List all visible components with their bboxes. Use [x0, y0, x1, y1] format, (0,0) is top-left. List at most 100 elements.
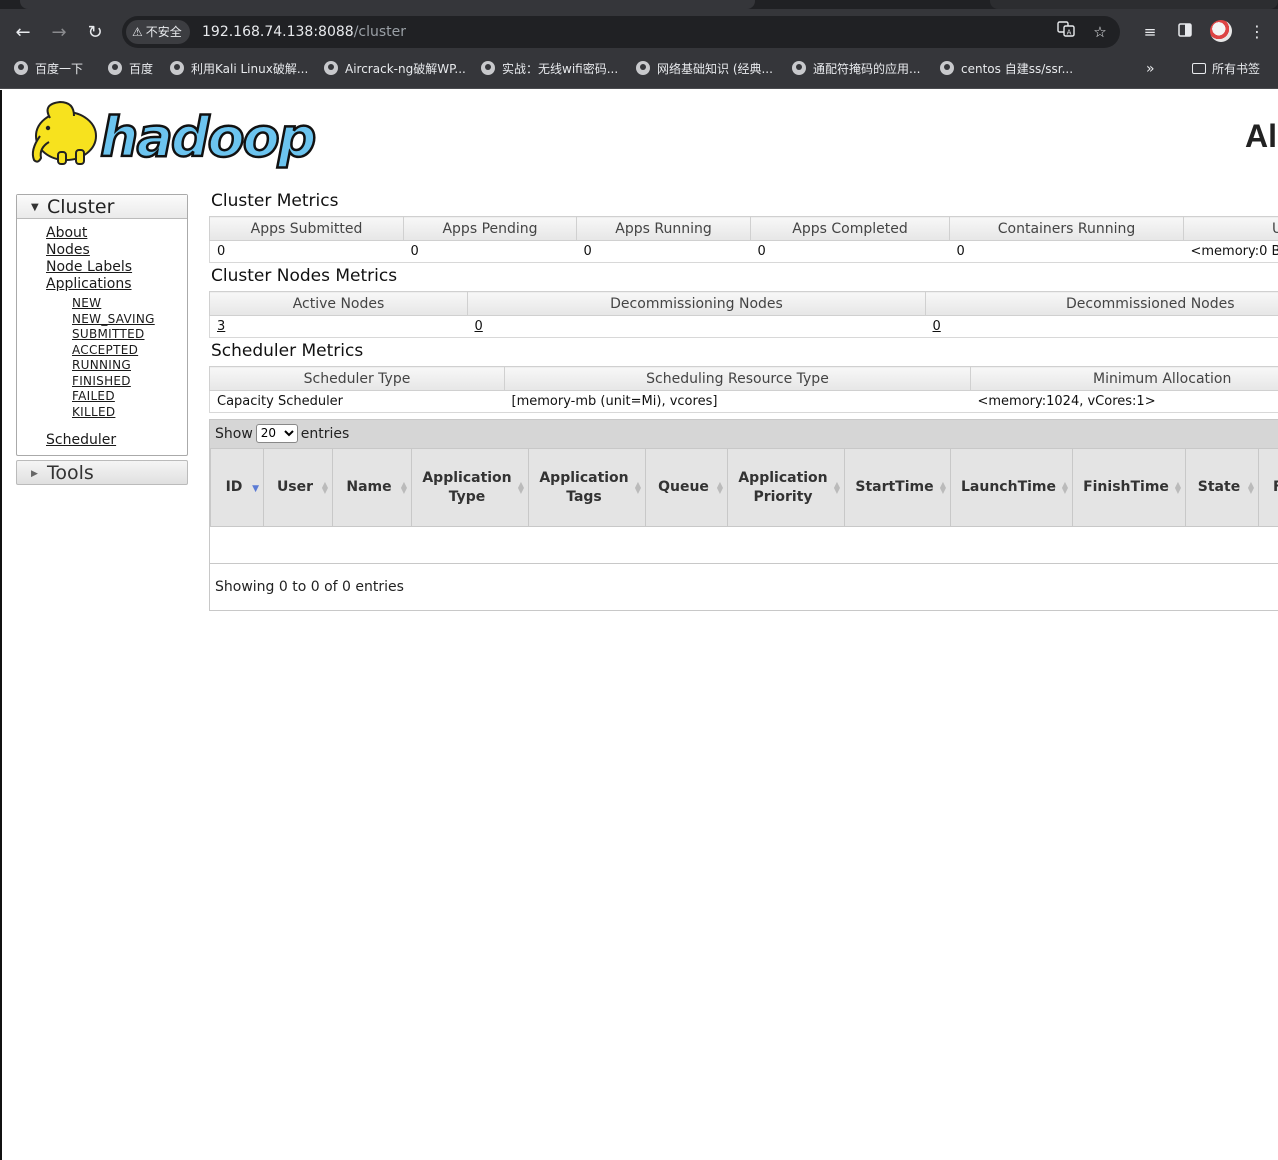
- bookmark-item[interactable]: 百度: [108, 55, 153, 89]
- column-header-final-status[interactable]: F: [1258, 448, 1278, 527]
- column-header-app-priority[interactable]: Application Priority ▲ ▼: [727, 448, 845, 527]
- bookmark-item[interactable]: 网络基础知识 (经典...: [636, 55, 773, 89]
- active-tab[interactable]: [20, 0, 755, 9]
- sort-icon: ▲ ▼: [321, 480, 328, 495]
- nav-link-about[interactable]: About: [46, 225, 187, 242]
- hadoop-logo[interactable]: hadoop: [20, 98, 320, 170]
- column-header-app-tags[interactable]: Application Tags ▲ ▼: [528, 448, 646, 527]
- show-label: Show: [215, 426, 253, 442]
- back-icon[interactable]: ←: [11, 21, 35, 45]
- column-header: Decommissioning Nodes: [467, 291, 926, 316]
- inactive-tab[interactable]: [990, 0, 1278, 9]
- bookmark-item[interactable]: 百度一下: [14, 55, 83, 89]
- column-header-finish-time[interactable]: FinishTime ▲ ▼: [1072, 448, 1186, 527]
- forward-icon[interactable]: →: [47, 21, 71, 45]
- column-header: Scheduler Type: [209, 366, 505, 391]
- column-header-id[interactable]: ID ▼: [210, 448, 264, 527]
- bookmark-item[interactable]: Aircrack-ng破解WP...: [324, 55, 466, 89]
- sort-icon: ▲ ▼: [716, 480, 723, 495]
- decommissioned-nodes-link[interactable]: 0: [933, 319, 941, 334]
- column-header: Apps Running: [576, 216, 751, 241]
- decommissioning-nodes-link[interactable]: 0: [475, 319, 483, 334]
- entries-label: entries: [300, 426, 350, 442]
- metric-value: <memory:1024, vCores:1>: [970, 390, 1278, 413]
- sort-icon: ▲ ▼: [400, 480, 407, 495]
- url-text[interactable]: 192.168.74.138:8088/cluster: [202, 16, 406, 48]
- nodes-metrics-table: Active Nodes Decommissioning Nodes Decom…: [209, 291, 1278, 338]
- entries-control: Show 20 entries: [210, 420, 1278, 448]
- security-label: 不安全: [145, 25, 182, 39]
- bookmark-item[interactable]: centos 自建ss/ssr...: [940, 55, 1073, 89]
- tab-strip: [0, 0, 1278, 9]
- column-header-state[interactable]: State ▲ ▼: [1185, 448, 1259, 527]
- column-header: Decommissioned Nodes: [925, 291, 1278, 316]
- metric-value: [memory-mb (unit=Mi), vcores]: [504, 390, 971, 413]
- sort-icon: ▲ ▼: [1247, 480, 1254, 495]
- all-bookmarks-folder[interactable]: 所有书签: [1192, 55, 1260, 83]
- reading-list-icon[interactable]: ≡: [1138, 20, 1162, 44]
- translate-icon[interactable]: A: [1054, 20, 1078, 44]
- tools-section-header[interactable]: ▶ Tools: [16, 460, 188, 485]
- entries-select[interactable]: 20: [255, 423, 298, 443]
- active-nodes-link[interactable]: 3: [217, 319, 225, 334]
- profile-avatar[interactable]: [1210, 20, 1232, 42]
- reload-icon[interactable]: ↻: [83, 21, 107, 45]
- column-header-name[interactable]: Name ▲ ▼: [332, 448, 412, 527]
- metric-value: 0: [750, 240, 950, 263]
- globe-icon: [14, 61, 28, 75]
- column-header-launch-time[interactable]: LaunchTime ▲ ▼: [950, 448, 1073, 527]
- nav-link-state-killed[interactable]: KILLED: [46, 405, 187, 421]
- nav-link-state-new[interactable]: NEW: [46, 296, 187, 312]
- metric-cell: 3: [209, 315, 468, 338]
- column-header-start-time[interactable]: StartTime ▲ ▼: [844, 448, 951, 527]
- nav-link-state-accepted[interactable]: ACCEPTED: [46, 343, 187, 359]
- bookmark-item[interactable]: 实战：无线wifi密码...: [481, 55, 618, 89]
- hadoop-wordmark: hadoop: [100, 106, 315, 169]
- globe-icon: [792, 61, 806, 75]
- column-header-app-type[interactable]: Application Type ▲ ▼: [411, 448, 529, 527]
- side-panel-icon[interactable]: [1173, 20, 1197, 44]
- triangle-right-icon: ▶: [31, 469, 38, 479]
- applications-table-body: [210, 527, 1278, 564]
- globe-icon: [636, 61, 650, 75]
- nav-link-state-submitted[interactable]: SUBMITTED: [46, 327, 187, 343]
- cluster-section-header[interactable]: ▼ Cluster: [17, 195, 187, 219]
- svg-text:A: A: [1067, 29, 1072, 37]
- applications-table: ID ▼ User ▲ ▼ Name ▲ ▼ Application Type ▲ ▼ App…: [210, 448, 1278, 527]
- main-content: Cluster Metrics Apps Submitted Apps Pend…: [209, 190, 1278, 611]
- column-header: Scheduling Resource Type: [504, 366, 971, 391]
- nav-link-node-labels[interactable]: Node Labels: [46, 259, 187, 276]
- column-header: Active Nodes: [209, 291, 468, 316]
- elephant-icon: [31, 100, 97, 165]
- folder-icon: [1192, 63, 1206, 74]
- globe-icon: [940, 61, 954, 75]
- bookmarks-overflow-icon[interactable]: »: [1146, 55, 1155, 83]
- column-header-queue[interactable]: Queue ▲ ▼: [645, 448, 728, 527]
- globe-icon: [481, 61, 495, 75]
- metric-cell: 0: [467, 315, 926, 338]
- nav-link-state-running[interactable]: RUNNING: [46, 358, 187, 374]
- metric-value: 0: [209, 240, 404, 263]
- address-bar[interactable]: ⚠ 不安全 192.168.74.138:8088/cluster A ☆: [122, 16, 1120, 48]
- column-header: Minimum Allocation: [970, 366, 1278, 391]
- nodes-metrics-title: Cluster Nodes Metrics: [211, 266, 398, 286]
- nav-link-state-failed[interactable]: FAILED: [46, 389, 187, 405]
- nav-link-nodes[interactable]: Nodes: [46, 242, 187, 259]
- nav-link-state-finished[interactable]: FINISHED: [46, 374, 187, 390]
- security-chip[interactable]: ⚠ 不安全: [126, 20, 190, 44]
- metric-value: 0: [576, 240, 751, 263]
- menu-kebab-icon[interactable]: ⋮: [1245, 20, 1269, 44]
- metric-cell: 0: [925, 315, 1278, 338]
- browser-toolbar: ← → ↻ ⚠ 不安全 192.168.74.138:8088/cluster A…: [0, 9, 1278, 55]
- nav-link-state-new-saving[interactable]: NEW_SAVING: [46, 312, 187, 328]
- column-header-user[interactable]: User ▲ ▼: [263, 448, 333, 527]
- metric-value: Capacity Scheduler: [209, 390, 505, 413]
- bookmark-item[interactable]: 通配符掩码的应用...: [792, 55, 920, 89]
- scheduler-metrics-table: Scheduler Type Scheduling Resource Type …: [209, 366, 1278, 413]
- table-info: Showing 0 to 0 of 0 entries: [215, 579, 404, 595]
- globe-icon: [170, 61, 184, 75]
- bookmark-item[interactable]: 利用Kali Linux破解...: [170, 55, 308, 89]
- nav-link-scheduler[interactable]: Scheduler: [46, 432, 187, 449]
- nav-link-applications[interactable]: Applications: [46, 276, 187, 293]
- bookmark-star-icon[interactable]: ☆: [1088, 20, 1112, 44]
